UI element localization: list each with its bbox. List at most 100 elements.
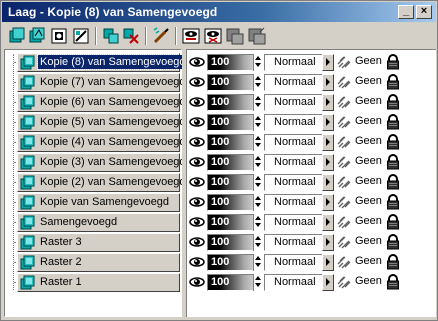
visibility-eye-icon[interactable] bbox=[189, 194, 205, 210]
spin-up-arrow-icon[interactable] bbox=[255, 136, 261, 140]
spin-up-arrow-icon[interactable] bbox=[255, 256, 261, 260]
visibility-eye-icon[interactable] bbox=[189, 54, 205, 70]
opacity-spinner[interactable] bbox=[253, 154, 261, 171]
lock-transparency-icon[interactable] bbox=[386, 234, 400, 250]
spin-down-arrow-icon[interactable] bbox=[255, 203, 261, 207]
layer-group-link-icon[interactable] bbox=[336, 54, 352, 70]
spin-down-arrow-icon[interactable] bbox=[255, 63, 261, 67]
opacity-spinner[interactable] bbox=[253, 94, 261, 111]
lock-transparency-icon[interactable] bbox=[386, 174, 400, 190]
lock-transparency-icon[interactable] bbox=[386, 274, 400, 290]
visibility-eye-icon[interactable] bbox=[189, 174, 205, 190]
spin-down-arrow-icon[interactable] bbox=[255, 163, 261, 167]
spin-up-arrow-icon[interactable] bbox=[255, 56, 261, 60]
layer-button[interactable]: Kopie (4) van Samengevoegd bbox=[17, 133, 186, 152]
lock-transparency-icon[interactable] bbox=[386, 254, 400, 270]
blend-mode-dropdown-button[interactable] bbox=[322, 254, 334, 271]
layer-properties-icon[interactable] bbox=[151, 26, 171, 46]
new-raster-layer-icon[interactable] bbox=[7, 26, 27, 46]
duplicate-layer-icon[interactable] bbox=[101, 26, 121, 46]
spin-up-arrow-icon[interactable] bbox=[255, 236, 261, 240]
new-vector-layer-icon[interactable] bbox=[27, 26, 47, 46]
blend-mode-dropdown-button[interactable] bbox=[322, 94, 334, 111]
layer-group-link-icon[interactable] bbox=[336, 214, 352, 230]
spin-up-arrow-icon[interactable] bbox=[255, 196, 261, 200]
layer-button[interactable]: Raster 2 bbox=[17, 253, 180, 272]
lock-transparency-icon[interactable] bbox=[386, 194, 400, 210]
spin-up-arrow-icon[interactable] bbox=[255, 176, 261, 180]
mask-link-icon[interactable] bbox=[225, 26, 245, 46]
layer-group-link-icon[interactable] bbox=[336, 94, 352, 110]
spin-down-arrow-icon[interactable] bbox=[255, 183, 261, 187]
spin-down-arrow-icon[interactable] bbox=[255, 103, 261, 107]
toggle-mask-icon[interactable] bbox=[203, 26, 223, 46]
blend-mode-dropdown-button[interactable] bbox=[322, 214, 334, 231]
spin-up-arrow-icon[interactable] bbox=[255, 96, 261, 100]
layer-group-link-icon[interactable] bbox=[336, 194, 352, 210]
layer-button[interactable]: Kopie (6) van Samengevoegd bbox=[17, 93, 186, 112]
opacity-spinner[interactable] bbox=[253, 214, 261, 231]
visibility-eye-icon[interactable] bbox=[189, 234, 205, 250]
spin-down-arrow-icon[interactable] bbox=[255, 263, 261, 267]
layer-button[interactable]: Kopie (3) van Samengevoegd bbox=[17, 153, 186, 172]
opacity-spinner[interactable] bbox=[253, 234, 261, 251]
layer-button[interactable]: Kopie (2) van Samengevoegd bbox=[17, 173, 186, 192]
layer-button[interactable]: Kopie (7) van Samengevoegd bbox=[17, 73, 186, 92]
spin-down-arrow-icon[interactable] bbox=[255, 283, 261, 287]
title-bar[interactable]: Laag - Kopie (8) van Samengevoegd _ × bbox=[2, 2, 436, 22]
lock-transparency-icon[interactable] bbox=[386, 134, 400, 150]
layer-group-link-icon[interactable] bbox=[336, 274, 352, 290]
spin-down-arrow-icon[interactable] bbox=[255, 123, 261, 127]
layer-group-link-icon[interactable] bbox=[336, 134, 352, 150]
opacity-spinner[interactable] bbox=[253, 134, 261, 151]
layer-button[interactable]: Kopie (5) van Samengevoegd bbox=[17, 113, 186, 132]
layer-button[interactable]: Samengevoegd bbox=[17, 213, 180, 232]
visibility-eye-icon[interactable] bbox=[189, 214, 205, 230]
lock-transparency-icon[interactable] bbox=[386, 214, 400, 230]
spin-up-arrow-icon[interactable] bbox=[255, 76, 261, 80]
lock-transparency-icon[interactable] bbox=[386, 94, 400, 110]
layer-button[interactable]: Raster 1 bbox=[17, 273, 180, 292]
opacity-spinner[interactable] bbox=[253, 194, 261, 211]
blend-mode-dropdown-button[interactable] bbox=[322, 114, 334, 131]
layer-button[interactable]: Raster 3 bbox=[17, 233, 180, 252]
blend-mode-dropdown-button[interactable] bbox=[322, 274, 334, 291]
layer-group-link-icon[interactable] bbox=[336, 174, 352, 190]
lock-transparency-icon[interactable] bbox=[386, 74, 400, 90]
visibility-eye-icon[interactable] bbox=[189, 134, 205, 150]
visibility-eye-icon[interactable] bbox=[189, 154, 205, 170]
blend-mode-dropdown-button[interactable] bbox=[322, 174, 334, 191]
blend-mode-dropdown-button[interactable] bbox=[322, 194, 334, 211]
new-adjustment-layer-icon[interactable] bbox=[71, 26, 91, 46]
minimize-button[interactable]: _ bbox=[398, 5, 414, 19]
layer-group-link-icon[interactable] bbox=[336, 234, 352, 250]
opacity-spinner[interactable] bbox=[253, 274, 261, 291]
close-button[interactable]: × bbox=[416, 5, 432, 19]
layer-group-link-icon[interactable] bbox=[336, 114, 352, 130]
spin-down-arrow-icon[interactable] bbox=[255, 243, 261, 247]
spin-down-arrow-icon[interactable] bbox=[255, 223, 261, 227]
visibility-eye-icon[interactable] bbox=[189, 254, 205, 270]
visibility-eye-icon[interactable] bbox=[189, 74, 205, 90]
blend-mode-dropdown-button[interactable] bbox=[322, 154, 334, 171]
opacity-spinner[interactable] bbox=[253, 174, 261, 191]
lock-transparency-icon[interactable] bbox=[386, 114, 400, 130]
spin-down-arrow-icon[interactable] bbox=[255, 143, 261, 147]
blend-mode-dropdown-button[interactable] bbox=[322, 74, 334, 91]
blend-mode-dropdown-button[interactable] bbox=[322, 54, 334, 71]
lock-transparency-icon[interactable] bbox=[386, 154, 400, 170]
opacity-spinner[interactable] bbox=[253, 74, 261, 91]
visibility-eye-icon[interactable] bbox=[189, 274, 205, 290]
spin-down-arrow-icon[interactable] bbox=[255, 83, 261, 87]
opacity-spinner[interactable] bbox=[253, 54, 261, 71]
spin-up-arrow-icon[interactable] bbox=[255, 156, 261, 160]
opacity-spinner[interactable] bbox=[253, 254, 261, 271]
mask-unlink-icon[interactable] bbox=[247, 26, 267, 46]
new-mask-layer-icon[interactable] bbox=[49, 26, 69, 46]
layer-group-link-icon[interactable] bbox=[336, 74, 352, 90]
opacity-spinner[interactable] bbox=[253, 114, 261, 131]
spin-up-arrow-icon[interactable] bbox=[255, 216, 261, 220]
layer-group-link-icon[interactable] bbox=[336, 154, 352, 170]
visibility-eye-icon[interactable] bbox=[189, 114, 205, 130]
delete-layer-icon[interactable] bbox=[121, 26, 141, 46]
